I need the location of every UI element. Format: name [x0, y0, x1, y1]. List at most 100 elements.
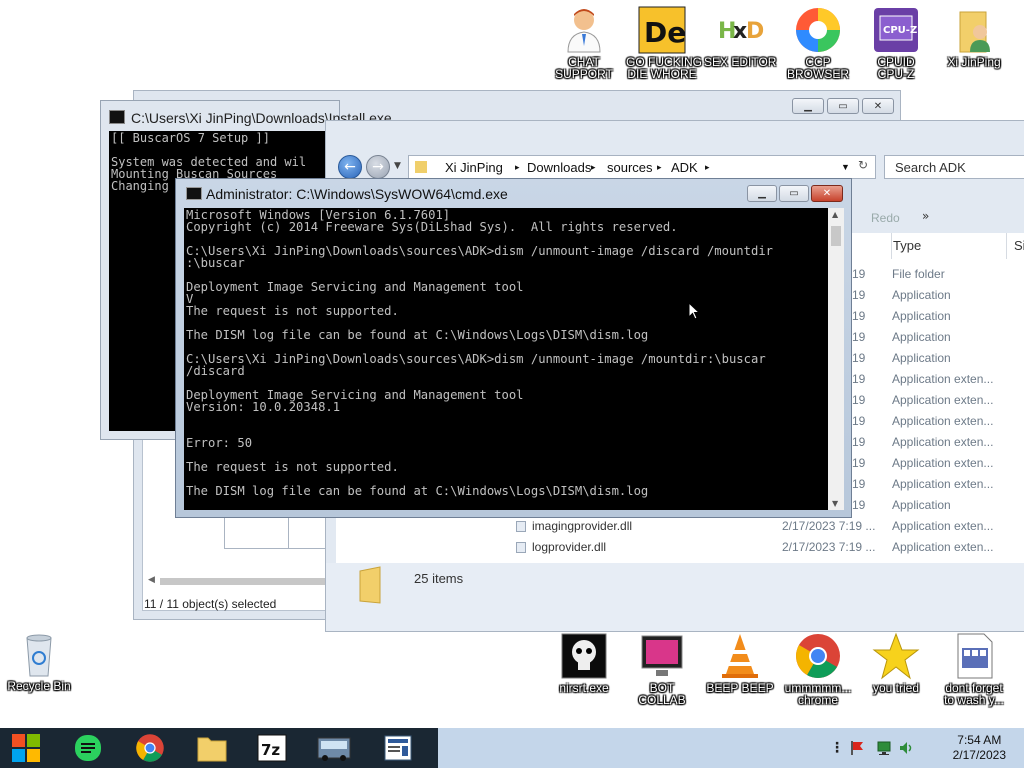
- back-button[interactable]: ←: [338, 155, 362, 179]
- desktop-icon-recycle-bin[interactable]: Recycle Bin: [3, 630, 75, 692]
- breadcrumb-separator: ▸: [705, 162, 710, 172]
- scrollbar-thumb[interactable]: [160, 578, 330, 585]
- horizontal-scrollbar[interactable]: ◀: [146, 575, 330, 587]
- system-tray: ⋮ 7:54 AM 2/17/2023: [824, 728, 1024, 768]
- breadcrumb-item[interactable]: ADK: [671, 160, 698, 175]
- file-name: imagingprovider.dll: [532, 519, 633, 533]
- minimize-button[interactable]: ▁: [792, 98, 824, 114]
- file-type: Application exten...: [892, 372, 994, 386]
- search-input[interactable]: Search ADK: [884, 155, 1024, 179]
- file-type: Application: [892, 309, 951, 323]
- clock[interactable]: 7:54 AM 2/17/2023: [953, 733, 1006, 763]
- star-icon: [872, 632, 920, 680]
- close-button[interactable]: ✕: [811, 185, 843, 202]
- column-header-size[interactable]: Siz: [1014, 238, 1024, 253]
- title-bar[interactable]: Administrator: C:\Windows\SysWOW64\cmd.e…: [176, 179, 851, 207]
- volume-icon[interactable]: [898, 740, 914, 756]
- network-icon[interactable]: [876, 740, 892, 756]
- file-date: 2/17/2023 7:19 ...: [782, 540, 876, 554]
- breadcrumb-item[interactable]: sources: [607, 160, 653, 175]
- scrollbar-thumb[interactable]: [831, 226, 841, 246]
- taskbar-file-explorer[interactable]: [186, 732, 238, 764]
- desktop-icon-label: CPUID CPU-Z: [877, 55, 915, 81]
- svg-text:CPU-Z: CPU-Z: [883, 25, 917, 36]
- breadcrumb-item[interactable]: Xi JinPing: [445, 160, 503, 175]
- list-item[interactable]: logprovider.dll 2/17/2023 7:19 ... Applica…: [336, 540, 1024, 561]
- desktop-icon-sex-editor[interactable]: H x D SEX EDITOR: [704, 6, 776, 68]
- file-date: 19: [852, 330, 866, 344]
- cmd-window[interactable]: Administrator: C:\Windows\SysWOW64\cmd.e…: [175, 178, 852, 518]
- desktop-icon-label: Xi JinPing: [947, 55, 1001, 69]
- desktop-icon-chat-support[interactable]: CHAT SUPPORT: [548, 6, 620, 80]
- item-count: 25 items: [414, 571, 464, 586]
- taskbar-notes[interactable]: [62, 732, 114, 764]
- desktop-icon-label: CHAT SUPPORT: [555, 55, 613, 81]
- desktop-icon-bot-collab[interactable]: BOT COLLAB: [626, 632, 698, 706]
- breadcrumb-separator: ▸: [591, 162, 596, 172]
- window-title: Administrator: C:\Windows\SysWOW64\cmd.e…: [206, 186, 508, 202]
- desktop-icon-ccp-browser[interactable]: CCP BROWSER: [782, 6, 854, 80]
- document-icon: [384, 735, 412, 761]
- flag-icon[interactable]: [850, 740, 864, 756]
- 7zip-icon: 7z: [257, 734, 287, 762]
- refresh-icon[interactable]: ↻: [858, 158, 868, 172]
- file-type: Application exten...: [892, 456, 994, 470]
- console-output[interactable]: Microsoft Windows [Version 6.1.7601] Cop…: [184, 208, 828, 510]
- history-dropdown-icon[interactable]: ▼: [394, 161, 401, 171]
- skull-icon: [561, 633, 607, 679]
- desktop-icon-cpuz[interactable]: CPU-Z CPUID CPU-Z: [860, 6, 932, 80]
- taskbar-empty-area[interactable]: [438, 728, 824, 768]
- hxd-icon: H x D: [718, 19, 764, 44]
- clock-time: 7:54 AM: [957, 733, 1002, 747]
- desktop-icon-beep-beep[interactable]: BEEP BEEP: [704, 632, 776, 694]
- overflow-icon[interactable]: ⋮: [830, 740, 844, 756]
- file-date: 19: [852, 288, 866, 302]
- breadcrumb[interactable]: Xi JinPing ▸ Downloads ▸ sources ▸ ADK ▸…: [408, 155, 876, 179]
- svg-text:D: D: [746, 19, 764, 44]
- file-date: 2/17/2023 7:19 ...: [782, 519, 876, 533]
- folder-icon: [359, 566, 381, 604]
- file-type: Application exten...: [892, 540, 994, 554]
- scroll-left-icon[interactable]: ◀: [148, 575, 155, 585]
- file-type: Application exten...: [892, 414, 994, 428]
- taskbar-chrome[interactable]: [124, 732, 176, 764]
- scroll-down-icon[interactable]: ▼: [832, 499, 838, 508]
- desktop-icon-chrome[interactable]: ummmmm... chrome: [782, 632, 854, 706]
- file-name: logprovider.dll: [532, 540, 607, 554]
- vertical-scrollbar[interactable]: ▲ ▼: [828, 208, 844, 510]
- taskbar-document-app[interactable]: [372, 732, 424, 764]
- document-icon: [957, 633, 993, 679]
- list-item[interactable]: imagingprovider.dll 2/17/2023 7:19 ... App…: [336, 519, 1024, 540]
- title-bar[interactable]: C:\Users\Xi JinPing\Downloads\Install.ex…: [101, 101, 392, 131]
- path-dropdown-icon[interactable]: ▼: [841, 162, 850, 172]
- forward-button[interactable]: →: [366, 155, 390, 179]
- desktop-icon-dont-forget[interactable]: dont forget to wash y...: [938, 632, 1010, 706]
- file-date: 19: [852, 498, 866, 512]
- taskbar-bus-app[interactable]: [308, 732, 360, 764]
- chrome-icon: [796, 634, 840, 678]
- column-divider[interactable]: [891, 233, 892, 259]
- desktop-icon-go-fucking[interactable]: De GO FUCKING DIE WHORE: [626, 6, 702, 80]
- desktop-icon-label: nirsrt.exe: [559, 681, 609, 695]
- desktop-icon-you-tried[interactable]: you tried: [860, 632, 932, 694]
- file-type: Application exten...: [892, 519, 994, 533]
- doctor-icon: [567, 9, 601, 53]
- minimize-button[interactable]: ▁: [747, 185, 777, 202]
- taskbar-7zip[interactable]: 7z: [246, 732, 298, 764]
- desktop-icon-xi-jinping[interactable]: Xi JinPing: [938, 6, 1010, 68]
- file-type: Application exten...: [892, 477, 994, 491]
- maximize-button[interactable]: ▭: [827, 98, 859, 114]
- breadcrumb-separator: ▸: [515, 162, 520, 172]
- file-date: 19: [852, 414, 866, 428]
- column-header-type[interactable]: Type: [893, 238, 921, 253]
- file-type: Application: [892, 288, 951, 302]
- close-button[interactable]: ✕: [862, 98, 894, 114]
- start-button[interactable]: [0, 732, 52, 764]
- maximize-button[interactable]: ▭: [779, 185, 809, 202]
- redo-button[interactable]: Redo: [871, 211, 900, 225]
- more-commands-icon[interactable]: »: [922, 209, 929, 223]
- desktop-icon-nirsoft[interactable]: nirsrt.exe: [548, 632, 620, 694]
- breadcrumb-item[interactable]: Downloads: [527, 160, 591, 175]
- column-divider[interactable]: [1006, 233, 1007, 259]
- scroll-up-icon[interactable]: ▲: [832, 210, 838, 219]
